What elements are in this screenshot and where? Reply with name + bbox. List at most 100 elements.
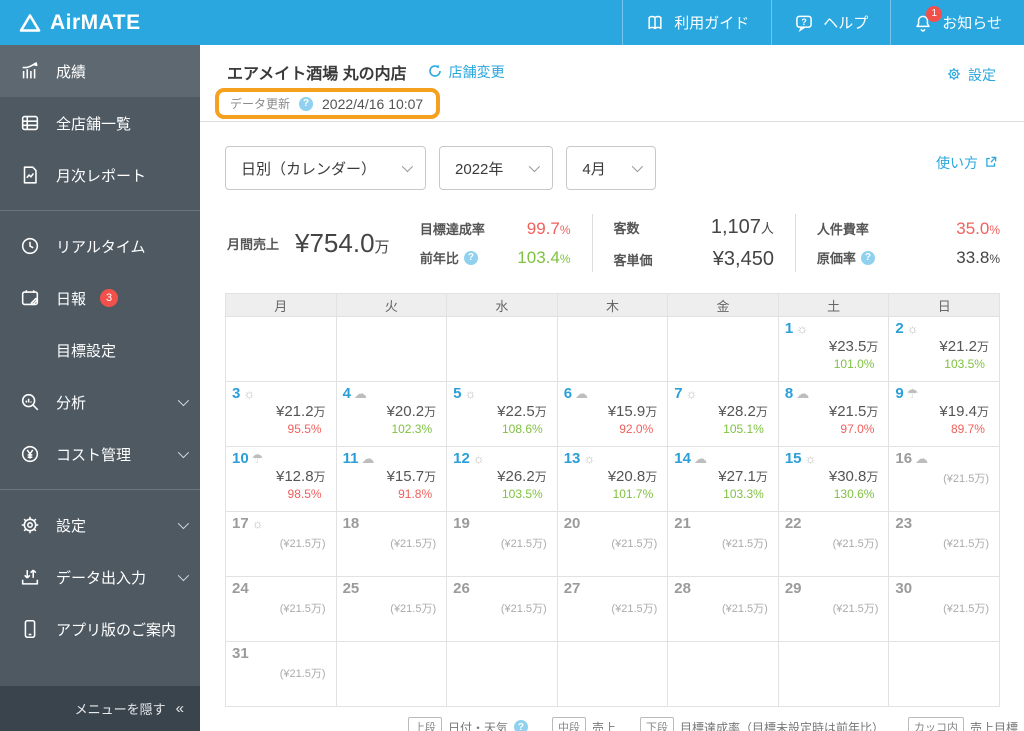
calendar-day-8[interactable]: 8 ☁ ¥21.5万 97.0% [778, 382, 890, 447]
notification-badge: 1 [926, 5, 943, 22]
day-number: 1 [784, 320, 794, 337]
sidebar-item-daily-report[interactable]: 日報 3 [0, 272, 200, 324]
calendar-day-30[interactable]: 30 (¥21.5万) [889, 577, 1000, 642]
data-update-timestamp: 2022/4/16 10:07 [322, 95, 424, 112]
calendar-day-6[interactable]: 6 ☁ ¥15.9万 92.0% [557, 382, 669, 447]
legend-box-label: 上段 [407, 717, 442, 731]
usage-guide-label: 利用ガイド [674, 15, 750, 32]
calendar-day-31[interactable]: 31 (¥21.5万) [226, 642, 337, 707]
calendar-day-10[interactable]: 10 ☂ ¥12.8万 98.5% [226, 447, 337, 512]
cloud-weather-icon: ☁ [693, 451, 707, 466]
sidebar-item-analysis[interactable]: 分析 [0, 376, 200, 428]
data-update-help-icon[interactable]: ? [299, 96, 314, 111]
sidebar-item-goal-setting[interactable]: 目標設定 [0, 324, 200, 376]
calendar-day-20[interactable]: 20 (¥21.5万) [557, 512, 669, 577]
calendar-day-2[interactable]: 2 ☼ ¥21.2万 103.5% [889, 317, 1000, 382]
sidebar-item-realtime[interactable]: リアルタイム [0, 220, 200, 272]
sidebar-item-all-stores[interactable]: 全店舗一覧 [0, 97, 200, 149]
calendar-day-22[interactable]: 22 (¥21.5万) [778, 512, 890, 577]
sidebar-item-app-info[interactable]: アプリ版のご案内 [0, 603, 200, 655]
sales-target: (¥21.5万) [390, 538, 437, 550]
calendar-day-13[interactable]: 13 ☼ ¥20.8万 101.7% [557, 447, 669, 512]
sun-weather-icon: ☼ [685, 386, 698, 401]
calendar-day-21[interactable]: 21 (¥21.5万) [668, 512, 779, 577]
daily-sales: ¥15.7万 [386, 468, 437, 485]
logo-text: AirMATE [50, 10, 141, 34]
calendar-day-5[interactable]: 5 ☼ ¥22.5万 108.6% [447, 382, 558, 447]
usage-guide-link[interactable]: 使い方 [936, 153, 998, 173]
main-content: エアメイト酒場 丸の内店 店舗変更 設定 データ更新 ? 2022/4/16 1… [200, 45, 1024, 731]
calendar-empty-cell [447, 642, 558, 707]
sidebar-item-settings[interactable]: 設定 [0, 499, 200, 551]
cogs-help-icon[interactable]: ? [860, 250, 875, 265]
help-button[interactable]: ? ヘルプ [771, 0, 890, 45]
hide-menu-button[interactable]: メニューを隠す « [0, 686, 200, 731]
calendar-day-7[interactable]: 7 ☼ ¥28.2万 105.1% [668, 382, 779, 447]
calendar-day-1[interactable]: 1 ☼ ¥23.5万 101.0% [778, 317, 890, 382]
calendar-day-15[interactable]: 15 ☼ ¥30.8万 130.6% [778, 447, 890, 512]
weekday-header: 月 [226, 294, 337, 317]
goal-achievement-rate: 103.5% [502, 487, 543, 501]
calendar-day-12[interactable]: 12 ☼ ¥26.2万 103.5% [447, 447, 558, 512]
sales-target: (¥21.5万) [943, 538, 989, 550]
customers-value: 1,107人 [710, 215, 774, 238]
customers-stat: 客数 1,107人 [613, 215, 774, 238]
calendar-day-18[interactable]: 18 (¥21.5万) [336, 512, 448, 577]
calendar-day-4[interactable]: 4 ☁ ¥20.2万 102.3% [336, 382, 448, 447]
chevron-down-icon [177, 394, 190, 407]
usage-guide-button[interactable]: 利用ガイド [622, 0, 771, 45]
airmate-logo: AirMATE [0, 0, 141, 45]
calendar-day-16[interactable]: 16 ☁ (¥21.5万) [889, 447, 1000, 512]
calendar-day-3[interactable]: 3 ☼ ¥21.2万 95.5% [226, 382, 337, 447]
calendar-day-26[interactable]: 26 (¥21.5万) [447, 577, 558, 642]
sidebar-divider [0, 210, 200, 211]
cogs-rate-value: 33.8% [956, 247, 1000, 267]
calendar-day-14[interactable]: 14 ☁ ¥27.1万 103.3% [668, 447, 779, 512]
calendar-day-24[interactable]: 24 (¥21.5万) [226, 577, 337, 642]
chevron-down-icon [177, 517, 190, 530]
cloud-weather-icon: ☁ [575, 386, 589, 401]
sidebar-item-cost-management[interactable]: コスト管理 [0, 428, 200, 480]
goal-achievement-rate: 91.8% [398, 487, 433, 501]
hide-menu-label: メニューを隠す [74, 702, 166, 717]
view-mode-select[interactable]: 日別（カレンダー） [225, 146, 427, 190]
avg-spend-stat: 客単価 ¥3,450 [613, 247, 774, 270]
goal-achievement-rate: 108.6% [502, 422, 543, 436]
daily-icon [18, 287, 42, 309]
year-select[interactable]: 2022年 [439, 146, 554, 190]
labor-rate-stat: 人件費率 35.0% [816, 218, 1000, 238]
sun-weather-icon: ☼ [796, 321, 809, 336]
notifications-button[interactable]: 1 お知らせ [890, 0, 1024, 45]
day-number: 6 [563, 385, 573, 402]
change-store-link[interactable]: 店舗変更 [427, 62, 505, 82]
sidebar-item-label: データ出入力 [56, 569, 147, 587]
calendar-day-11[interactable]: 11 ☁ ¥15.7万 91.8% [336, 447, 448, 512]
month-select[interactable]: 4月 [566, 146, 656, 190]
goal-achievement-rate: 101.7% [612, 487, 654, 501]
bell-icon: 1 [913, 5, 943, 33]
legend-help-icon[interactable]: ? [513, 720, 528, 731]
sidebar-item-data-io[interactable]: データ出入力 [0, 551, 200, 603]
calendar-day-19[interactable]: 19 (¥21.5万) [447, 512, 558, 577]
calendar-day-25[interactable]: 25 (¥21.5万) [336, 577, 448, 642]
calendar-day-29[interactable]: 29 (¥21.5万) [778, 577, 890, 642]
yoy-help-icon[interactable]: ? [463, 250, 478, 265]
calendar-day-17[interactable]: 17 ☼ (¥21.5万) [226, 512, 337, 577]
cloud-weather-icon: ☁ [915, 451, 929, 466]
weekday-header: 水 [447, 294, 558, 317]
sidebar-item-results[interactable]: 成績 [0, 45, 200, 97]
page-settings-link[interactable]: 設定 [946, 65, 996, 85]
sales-target: (¥21.5万) [611, 603, 658, 615]
legend-item: 中段 売上 [551, 717, 616, 731]
topbar-buttons: 利用ガイド ? ヘルプ 1 お知らせ [622, 0, 1024, 45]
daily-sales: ¥22.5万 [497, 403, 547, 420]
calendar-day-23[interactable]: 23 (¥21.5万) [889, 512, 1000, 577]
goal-achievement-rate: 101.0% [833, 357, 875, 371]
calendar-day-9[interactable]: 9 ☂ ¥19.4万 89.7% [889, 382, 1000, 447]
sidebar-item-monthly-report[interactable]: 月次レポート [0, 149, 200, 201]
legend-box-label: カッコ内 [907, 717, 964, 731]
gear-icon [946, 66, 962, 85]
calendar-day-27[interactable]: 27 (¥21.5万) [557, 577, 669, 642]
calendar-day-28[interactable]: 28 (¥21.5万) [668, 577, 779, 642]
airmate-triangle-icon [18, 11, 42, 35]
